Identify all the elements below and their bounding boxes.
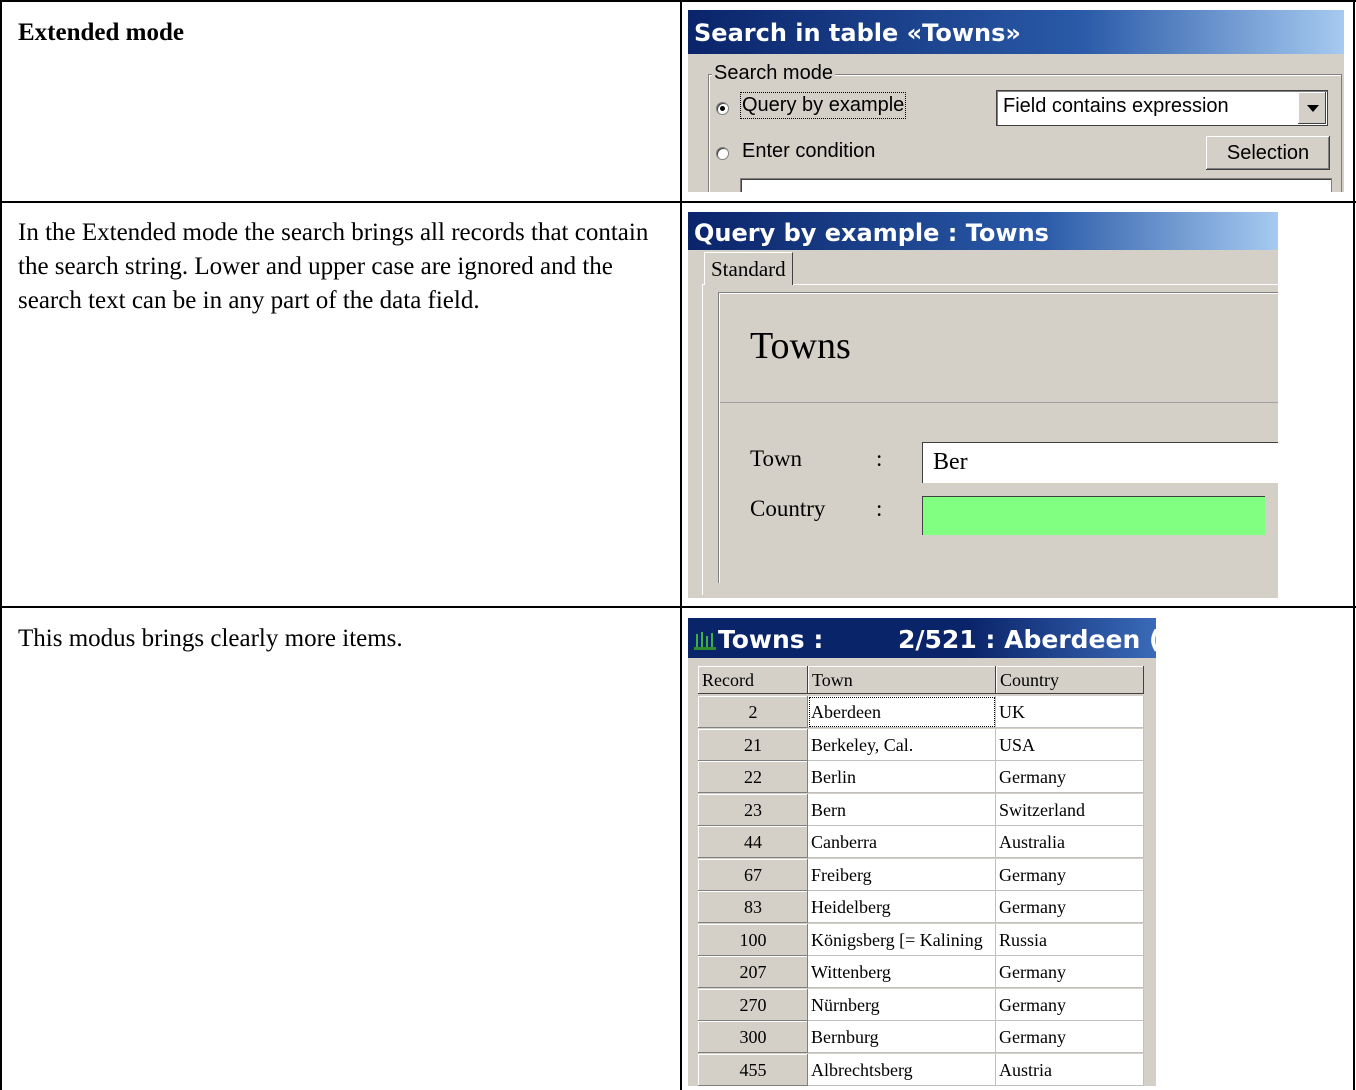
- town-field-value: Ber: [933, 449, 968, 475]
- table-row-divider-2: [0, 606, 1356, 608]
- table-row[interactable]: 67 Freiberg Germany: [698, 858, 1146, 891]
- search-dialog-title: Search in table «Towns»: [694, 19, 1021, 47]
- table-row[interactable]: 300 Bernburg Germany: [698, 1021, 1146, 1053]
- form-heading: Towns: [750, 325, 851, 367]
- table-row[interactable]: 23 Bern Switzerland: [698, 793, 1146, 826]
- country-cell[interactable]: Germany: [996, 988, 1144, 1021]
- town-field-label: Town: [750, 446, 803, 471]
- town-cell[interactable]: Königsberg [= Kalining: [808, 923, 996, 956]
- town-cell[interactable]: Albrechtsberg: [808, 1053, 996, 1086]
- towns-window-title: Towns :: [718, 625, 824, 654]
- towns-window-screenshot: Towns : 2/521 : Aberdeen ( Record Town C…: [688, 618, 1156, 1086]
- country-cell[interactable]: Russia: [996, 923, 1144, 956]
- search-dialog-titlebar: Search in table «Towns»: [688, 10, 1344, 54]
- town-cell[interactable]: Wittenberg: [808, 956, 996, 988]
- country-cell[interactable]: Germany: [996, 761, 1144, 793]
- search-type-dropdown[interactable]: Field contains expression: [996, 90, 1328, 126]
- record-status: 2/521 : Aberdeen (: [898, 625, 1156, 654]
- enter-condition-label[interactable]: Enter condition: [742, 140, 875, 163]
- country-cell[interactable]: Germany: [996, 1021, 1144, 1053]
- country-cell[interactable]: UK: [996, 696, 1144, 728]
- town-field-colon: :: [876, 446, 883, 471]
- record-cell[interactable]: 22: [698, 761, 808, 793]
- record-cell[interactable]: 455: [698, 1053, 808, 1086]
- country-cell[interactable]: USA: [996, 728, 1144, 761]
- country-field-colon: :: [876, 496, 883, 521]
- table-row[interactable]: 455 Albrechtsberg Austria: [698, 1053, 1146, 1086]
- column-header-record[interactable]: Record: [698, 666, 808, 694]
- selection-button[interactable]: Selection: [1206, 136, 1330, 170]
- country-cell[interactable]: Germany: [996, 858, 1144, 891]
- towns-titlebar: Towns : 2/521 : Aberdeen (: [688, 618, 1156, 658]
- record-cell[interactable]: 67: [698, 858, 808, 891]
- qbe-dialog-titlebar: Query by example : Towns: [688, 212, 1278, 250]
- table-border-left: [0, 0, 2, 1090]
- town-cell[interactable]: Bernburg: [808, 1021, 996, 1053]
- town-field-input[interactable]: Ber: [922, 442, 1278, 483]
- table-column-divider: [680, 0, 682, 1090]
- chevron-down-icon[interactable]: [1297, 92, 1326, 124]
- town-cell[interactable]: Nürnberg: [808, 988, 996, 1021]
- town-cell[interactable]: Berlin: [808, 761, 996, 793]
- description-paragraph: In the Extended mode the search brings a…: [18, 219, 649, 314]
- table-row[interactable]: 21 Berkeley, Cal. USA: [698, 728, 1146, 761]
- qbe-dialog-title: Query by example : Towns: [694, 219, 1049, 247]
- record-cell[interactable]: 21: [698, 728, 808, 761]
- record-cell[interactable]: 300: [698, 1021, 808, 1053]
- record-cell[interactable]: 2: [698, 696, 808, 728]
- towns-app-icon: [694, 632, 716, 650]
- enter-condition-radio[interactable]: [716, 147, 729, 160]
- table-row-divider-1: [0, 201, 1356, 203]
- column-header-town[interactable]: Town: [808, 666, 996, 694]
- town-cell[interactable]: Heidelberg: [808, 891, 996, 923]
- form-separator: [720, 402, 1278, 403]
- record-cell[interactable]: 23: [698, 793, 808, 826]
- table-border-right: [1353, 0, 1355, 1090]
- condition-input[interactable]: [740, 178, 1332, 192]
- record-cell[interactable]: 44: [698, 826, 808, 858]
- table-row[interactable]: 44 Canberra Australia: [698, 826, 1146, 858]
- search-type-value: Field contains expression: [1003, 95, 1229, 117]
- country-cell[interactable]: Austria: [996, 1053, 1144, 1086]
- country-field-input[interactable]: [922, 496, 1265, 535]
- country-cell[interactable]: Germany: [996, 956, 1144, 988]
- town-cell[interactable]: Bern: [808, 793, 996, 826]
- record-cell[interactable]: 270: [698, 988, 808, 1021]
- country-cell[interactable]: Germany: [996, 891, 1144, 923]
- country-field-label: Country: [750, 496, 826, 521]
- column-header-country[interactable]: Country: [996, 666, 1144, 694]
- town-cell[interactable]: Freiberg: [808, 858, 996, 891]
- table-row[interactable]: 207 Wittenberg Germany: [698, 956, 1146, 988]
- record-cell[interactable]: 100: [698, 923, 808, 956]
- search-mode-label: Search mode: [712, 62, 835, 85]
- table-row[interactable]: 270 Nürnberg Germany: [698, 988, 1146, 1021]
- query-by-example-label[interactable]: Query by example: [739, 92, 907, 119]
- table-border-top: [0, 0, 1356, 2]
- search-dialog-screenshot: Search in table «Towns» Search mode Quer…: [688, 10, 1344, 192]
- record-cell[interactable]: 207: [698, 956, 808, 988]
- tab-standard[interactable]: Standard: [704, 252, 793, 285]
- table-row[interactable]: 83 Heidelberg Germany: [698, 891, 1146, 923]
- section-heading: Extended mode: [18, 19, 184, 46]
- record-cell[interactable]: 83: [698, 891, 808, 923]
- town-cell[interactable]: Berkeley, Cal.: [808, 728, 996, 761]
- country-cell[interactable]: Switzerland: [996, 793, 1144, 826]
- query-by-example-radio[interactable]: [716, 102, 729, 115]
- grid-header-row: Record Town Country: [698, 666, 1146, 698]
- qbe-dialog-screenshot: Query by example : Towns Standard Towns …: [688, 212, 1278, 598]
- table-row[interactable]: 22 Berlin Germany: [698, 761, 1146, 793]
- town-cell[interactable]: Canberra: [808, 826, 996, 858]
- result-note: This modus brings clearly more items.: [18, 625, 403, 652]
- table-row[interactable]: 100 Königsberg [= Kalining Russia: [698, 923, 1146, 956]
- town-cell[interactable]: Aberdeen: [808, 696, 996, 728]
- table-row[interactable]: 2 Aberdeen UK: [698, 696, 1146, 728]
- country-cell[interactable]: Australia: [996, 826, 1144, 858]
